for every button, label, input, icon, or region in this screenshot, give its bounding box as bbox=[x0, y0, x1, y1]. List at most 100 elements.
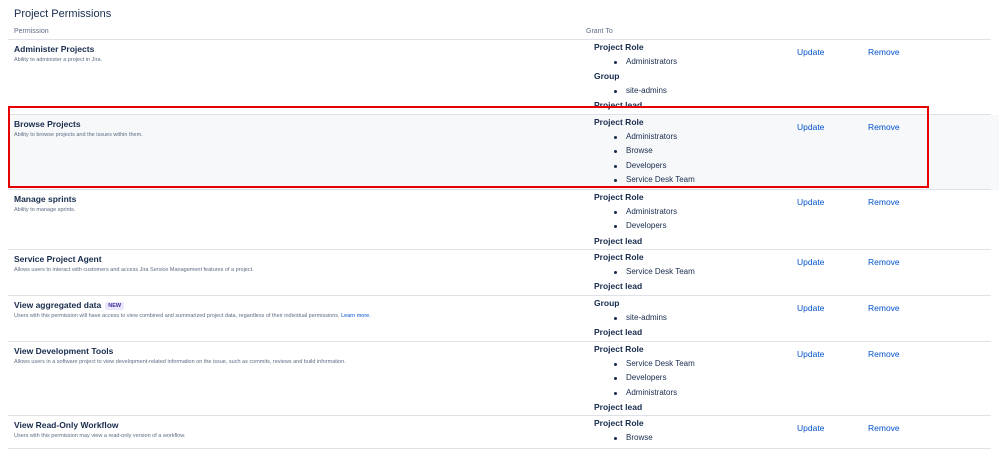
permission-description-text: Ability to administer a project in Jira. bbox=[14, 57, 103, 63]
grant-item: Service Desk Team bbox=[594, 173, 695, 188]
grant-item-label: Developers bbox=[626, 221, 667, 230]
grant-type: Project Role bbox=[594, 252, 644, 262]
grant-type: Group bbox=[594, 71, 620, 81]
permission-row: Browse Projects Ability to browse project… bbox=[8, 115, 999, 190]
grant-item: site-admins bbox=[594, 311, 667, 326]
grant-type: Project lead bbox=[594, 100, 643, 110]
permission-row: Manage sprints Ability to manage sprints.… bbox=[8, 190, 999, 250]
remove-button[interactable]: Remove bbox=[868, 122, 900, 132]
grant-item-label: Service Desk Team bbox=[626, 358, 695, 368]
grant-list: Project Role Administrators Group site-admi… bbox=[594, 40, 677, 113]
grant-item-label: Service Desk Team bbox=[626, 266, 695, 276]
permission-name-text: View Development Tools bbox=[14, 346, 114, 356]
update-button[interactable]: Update bbox=[797, 257, 824, 267]
update-button[interactable]: Update bbox=[797, 303, 824, 313]
grant-item: Browse bbox=[594, 431, 653, 446]
grant-type: Project Role bbox=[594, 344, 644, 354]
permission-row: Service Project Agent Allows users to int… bbox=[8, 250, 999, 296]
remove-button[interactable]: Remove bbox=[868, 349, 900, 359]
permission-description: Ability to browse projects and the issue… bbox=[14, 132, 143, 138]
grant-list: Project Role Service Desk Team Developers A… bbox=[594, 342, 695, 415]
grant-item: Administrators bbox=[594, 130, 695, 145]
grant-item-label: site-admins bbox=[626, 85, 667, 95]
grant-item-label: Browse bbox=[626, 146, 653, 155]
grant-list: Group site-admins Project lead bbox=[594, 296, 667, 340]
grant-type: Project lead bbox=[594, 327, 643, 337]
grant-item: Service Desk Team bbox=[594, 357, 695, 372]
permission-name: View aggregated data NEW bbox=[14, 300, 125, 310]
grant-item-label: Administrators bbox=[626, 206, 678, 216]
grant-type: Project Role bbox=[594, 192, 644, 202]
update-button[interactable]: Update bbox=[797, 423, 824, 433]
permission-row: View Read-Only Workflow Users with this p… bbox=[8, 416, 999, 449]
grant-item-label: Browse bbox=[626, 432, 653, 442]
grant-item: Developers bbox=[594, 159, 695, 174]
permission-name: Administer Projects bbox=[14, 44, 94, 54]
section-title: Project Permissions bbox=[14, 8, 112, 20]
grant-item-label: Administrators bbox=[626, 387, 678, 397]
grant-type: Group bbox=[594, 298, 620, 308]
permission-row: View aggregated data NEW Users with this p… bbox=[8, 296, 999, 342]
remove-button[interactable]: Remove bbox=[868, 303, 900, 313]
grant-type: Project Role bbox=[594, 42, 644, 52]
permission-description-text: Allows users to interact with customers … bbox=[14, 267, 254, 273]
permission-description-text: Ability to manage sprints. bbox=[14, 207, 76, 213]
update-button[interactable]: Update bbox=[797, 197, 824, 207]
permission-name-text: Browse Projects bbox=[14, 119, 81, 129]
grant-type: Project lead bbox=[594, 402, 643, 412]
permission-name: View Development Tools bbox=[14, 346, 113, 356]
grant-item-label: Developers bbox=[626, 160, 667, 170]
permission-name-text: View aggregated data bbox=[14, 300, 102, 310]
remove-button[interactable]: Remove bbox=[868, 257, 900, 267]
grant-item: Administrators bbox=[594, 205, 677, 220]
permission-description: Ability to manage sprints. bbox=[14, 207, 75, 213]
permission-description: Allows users in a software project to vi… bbox=[14, 359, 346, 365]
grant-item: Browse bbox=[594, 144, 695, 159]
permission-description: Users with this permission may view a re… bbox=[14, 433, 185, 439]
permission-description: Users with this permission will have acc… bbox=[14, 313, 371, 319]
column-header-permission: Permission bbox=[14, 28, 49, 35]
permission-row: View Development Tools Allows users in a … bbox=[8, 342, 999, 416]
permission-name-text: View Read-Only Workflow bbox=[14, 420, 119, 430]
grant-item-label: Developers bbox=[626, 373, 667, 382]
permission-description-text: Users with this permission may view a re… bbox=[14, 433, 186, 439]
grant-list: Project Role Administrators Browse Develope… bbox=[594, 115, 695, 188]
grant-item-label: site-admins bbox=[626, 312, 667, 322]
permission-description-text: Users with this permission will have acc… bbox=[14, 313, 340, 319]
grant-item: site-admins bbox=[594, 84, 677, 99]
learn-more-link[interactable]: Learn more. bbox=[341, 313, 371, 319]
grant-item: Administrators bbox=[594, 386, 695, 401]
permission-description: Ability to administer a project in Jira. bbox=[14, 57, 102, 63]
remove-button[interactable]: Remove bbox=[868, 47, 900, 57]
grant-item: Developers bbox=[594, 219, 677, 234]
update-button[interactable]: Update bbox=[797, 349, 824, 359]
grant-type: Project Role bbox=[594, 117, 644, 127]
grant-item-label: Administrators bbox=[626, 56, 678, 66]
new-badge: NEW bbox=[105, 302, 125, 310]
grant-item: Developers bbox=[594, 371, 695, 386]
grant-type: Project Role bbox=[594, 418, 644, 428]
permission-name: View Read-Only Workflow bbox=[14, 420, 119, 430]
remove-button[interactable]: Remove bbox=[868, 423, 900, 433]
update-button[interactable]: Update bbox=[797, 122, 824, 132]
grant-type: Project lead bbox=[594, 235, 643, 246]
grant-item: Administrators bbox=[594, 55, 677, 70]
permission-row: Administer Projects Ability to administer… bbox=[8, 40, 999, 115]
grant-type: Project lead bbox=[594, 281, 643, 291]
grant-list: Project Role Administrators Developers Proj… bbox=[594, 190, 677, 248]
grant-item-label: Administrators bbox=[626, 131, 678, 141]
update-button[interactable]: Update bbox=[797, 47, 824, 57]
permission-description: Allows users to interact with customers … bbox=[14, 267, 254, 273]
permission-name: Browse Projects bbox=[14, 119, 81, 129]
column-header-grant-to: Grant To bbox=[586, 28, 613, 35]
grant-list: Project Role Service Desk Team Project lea… bbox=[594, 250, 695, 294]
permission-name: Manage sprints bbox=[14, 194, 76, 204]
permission-description-text: Allows users in a software project to vi… bbox=[14, 359, 346, 365]
remove-button[interactable]: Remove bbox=[868, 197, 900, 207]
permission-name-text: Manage sprints bbox=[14, 194, 77, 204]
grant-list: Project Role Browse bbox=[594, 416, 653, 445]
row-divider bbox=[8, 448, 991, 449]
grant-item-label: Service Desk Team bbox=[626, 175, 695, 184]
grant-item: Service Desk Team bbox=[594, 265, 695, 280]
permission-name: Service Project Agent bbox=[14, 254, 102, 264]
